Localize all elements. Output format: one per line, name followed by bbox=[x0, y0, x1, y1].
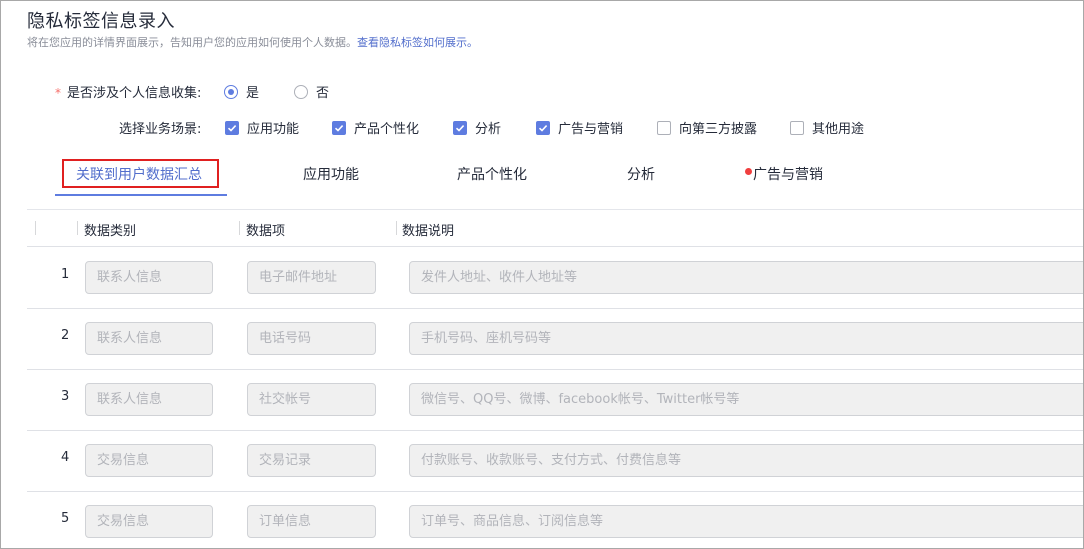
column-header-description: 数据说明 bbox=[402, 224, 455, 239]
column-separator bbox=[77, 221, 78, 235]
column-separator bbox=[239, 221, 240, 235]
checkbox-checked-icon bbox=[225, 120, 239, 135]
notification-dot bbox=[745, 168, 752, 175]
description-field[interactable]: 微信号、QQ号、微博、facebook帐号、Twitter帐号等 bbox=[409, 383, 1083, 416]
checkbox-checked-icon bbox=[536, 120, 550, 135]
checkbox-label: 广告与营销 bbox=[558, 122, 624, 137]
collection-radio-yes[interactable]: 是 bbox=[224, 82, 259, 101]
table-header: 数据类别 数据项 数据说明 bbox=[27, 210, 1083, 247]
row-index: 3 bbox=[61, 389, 70, 404]
row-index: 2 bbox=[61, 328, 70, 343]
category-field[interactable]: 交易信息 bbox=[85, 505, 213, 538]
view-label-display-link[interactable]: 查看隐私标签如何展示。 bbox=[357, 36, 478, 49]
tab-personalization[interactable]: 产品个性化 bbox=[457, 164, 527, 184]
item-field[interactable]: 电子邮件地址 bbox=[247, 261, 376, 294]
scenario-checkbox-ads-marketing[interactable]: 广告与营销 bbox=[536, 118, 623, 137]
privacy-label-form: 隐私标签信息录入 将在您应用的详情界面展示，告知用户您的应用如何使用个人数据。查… bbox=[0, 0, 1084, 549]
radio-label: 是 bbox=[246, 86, 260, 101]
scenarios-label: 选择业务场景: bbox=[119, 122, 202, 137]
checkbox-label: 向第三方披露 bbox=[679, 122, 758, 137]
category-field[interactable]: 联系人信息 bbox=[85, 383, 213, 416]
table-row: 4 交易信息 交易记录 付款账号、收款账号、支付方式、付费信息等 bbox=[27, 430, 1083, 492]
column-separator bbox=[396, 221, 397, 235]
scenario-checkbox-other[interactable]: 其他用途 bbox=[790, 118, 864, 137]
checkbox-label: 产品个性化 bbox=[354, 122, 420, 137]
description-field[interactable]: 手机号码、座机号码等 bbox=[409, 322, 1083, 355]
checkbox-unchecked-icon bbox=[657, 120, 671, 135]
table-row: 2 联系人信息 电话号码 手机号码、座机号码等 bbox=[27, 308, 1083, 370]
category-field[interactable]: 交易信息 bbox=[85, 444, 213, 477]
page-title: 隐私标签信息录入 bbox=[27, 11, 175, 32]
row-index: 4 bbox=[61, 450, 70, 465]
radio-checked-icon bbox=[224, 84, 238, 99]
row-index: 5 bbox=[61, 511, 70, 526]
required-mark: * bbox=[55, 86, 61, 100]
checkbox-checked-icon bbox=[453, 120, 467, 135]
page-subtitle: 将在您应用的详情界面展示，告知用户您的应用如何使用个人数据。查看隐私标签如何展示… bbox=[27, 34, 478, 50]
scenario-checkbox-app-function[interactable]: 应用功能 bbox=[225, 118, 299, 137]
checkbox-label: 应用功能 bbox=[247, 122, 300, 137]
checkbox-label: 分析 bbox=[475, 122, 502, 137]
item-field[interactable]: 订单信息 bbox=[247, 505, 376, 538]
column-header-category: 数据类别 bbox=[84, 224, 137, 239]
subtitle-text: 将在您应用的详情界面展示，告知用户您的应用如何使用个人数据。 bbox=[27, 36, 357, 49]
collection-radio-no[interactable]: 否 bbox=[294, 82, 329, 101]
description-field[interactable]: 发件人地址、收件人地址等 bbox=[409, 261, 1083, 294]
item-field[interactable]: 交易记录 bbox=[247, 444, 376, 477]
item-field[interactable]: 社交帐号 bbox=[247, 383, 376, 416]
column-header-item: 数据项 bbox=[246, 224, 286, 239]
table-row: 3 联系人信息 社交帐号 微信号、QQ号、微博、facebook帐号、Twitt… bbox=[27, 369, 1083, 431]
description-field[interactable]: 付款账号、收款账号、支付方式、付费信息等 bbox=[409, 444, 1083, 477]
tab-app-function[interactable]: 应用功能 bbox=[303, 164, 359, 184]
radio-unchecked-icon bbox=[294, 84, 308, 99]
scenario-checkbox-third-party[interactable]: 向第三方披露 bbox=[657, 118, 757, 137]
row-index: 1 bbox=[61, 267, 70, 282]
category-field[interactable]: 联系人信息 bbox=[85, 322, 213, 355]
description-field[interactable]: 订单号、商品信息、订阅信息等 bbox=[409, 505, 1083, 538]
checkbox-label: 其他用途 bbox=[812, 122, 865, 137]
collection-label: 是否涉及个人信息收集: bbox=[67, 86, 202, 101]
scenario-checkbox-personalization[interactable]: 产品个性化 bbox=[332, 118, 419, 137]
column-separator bbox=[35, 221, 36, 235]
table-row: 1 联系人信息 电子邮件地址 发件人地址、收件人地址等 bbox=[27, 247, 1083, 309]
category-field[interactable]: 联系人信息 bbox=[85, 261, 213, 294]
item-field[interactable]: 电话号码 bbox=[247, 322, 376, 355]
scenario-checkbox-analytics[interactable]: 分析 bbox=[453, 118, 501, 137]
tab-analytics[interactable]: 分析 bbox=[627, 164, 655, 184]
collection-question: * 是否涉及个人信息收集: bbox=[55, 82, 201, 101]
radio-label: 否 bbox=[316, 86, 330, 101]
active-tab-indicator bbox=[55, 194, 227, 196]
active-tab-highlight bbox=[62, 159, 219, 188]
checkbox-unchecked-icon bbox=[790, 120, 804, 135]
checkbox-checked-icon bbox=[332, 120, 346, 135]
table-row: 5 交易信息 订单信息 订单号、商品信息、订阅信息等 bbox=[27, 491, 1083, 548]
tab-ads-marketing[interactable]: 广告与营销 bbox=[753, 164, 823, 184]
